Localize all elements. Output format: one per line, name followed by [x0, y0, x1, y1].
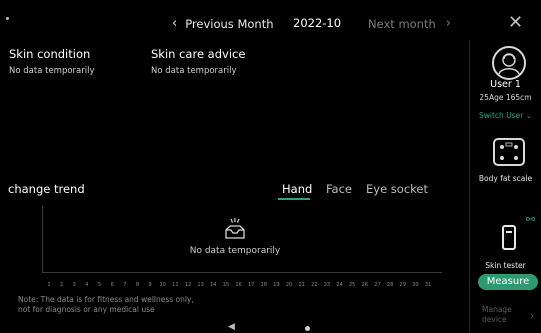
x-tick-label: 7	[123, 282, 127, 288]
next-month-label: Next month	[368, 16, 436, 31]
skin-care-advice-value: No data temporarily	[151, 66, 237, 76]
disclaimer-line-2: not for diagnosis or any medical use	[18, 305, 155, 314]
tab-hand[interactable]: Hand	[282, 182, 312, 196]
switch-user-button[interactable]: Switch User ⌄	[470, 111, 541, 120]
x-tick-label: 30	[412, 282, 419, 288]
x-tick-label: 9	[148, 282, 152, 288]
user-info: 25Age 165cm	[479, 93, 532, 102]
user-name: User 1	[490, 79, 521, 90]
x-tick-label: 8	[135, 282, 140, 288]
x-tick-label: 13	[197, 282, 204, 288]
current-month: 2022-10	[293, 16, 342, 30]
home-dot-icon[interactable]	[305, 326, 310, 331]
x-tick-label: 14	[210, 282, 217, 288]
status-dot	[6, 17, 9, 20]
manage-device-line-2: device	[482, 315, 507, 324]
measure-button[interactable]: Measure	[478, 274, 538, 290]
x-tick-label: 29	[399, 282, 406, 288]
link-icon: ⚯	[526, 213, 536, 226]
x-tick-label: 2	[60, 282, 64, 288]
x-tick-label: 28	[386, 282, 394, 288]
back-triangle-icon[interactable]: ◀	[228, 322, 235, 332]
previous-month-button[interactable]: ‹ Previous Month	[172, 16, 274, 31]
body-fat-scale-label: Body fat scale	[478, 174, 533, 183]
skin-condition-value: No data temporarily	[9, 66, 95, 76]
x-tick-label: 31	[424, 282, 432, 288]
x-tick-label: 10	[159, 282, 166, 288]
x-tick-label: 17	[247, 282, 255, 288]
skin-condition-title: Skin condition	[9, 47, 91, 61]
x-tick-label: 20	[285, 282, 293, 288]
previous-month-label: Previous Month	[185, 16, 274, 31]
x-tick-label: 23	[323, 282, 331, 288]
x-tick-label: 16	[235, 282, 242, 288]
x-tick-label: 25	[349, 282, 356, 288]
skin-tester-icon[interactable]	[502, 225, 516, 250]
skin-care-advice-title: Skin care advice	[151, 47, 246, 61]
skin-tester-label: Skin tester	[485, 261, 526, 270]
x-tick-label: 18	[260, 282, 267, 288]
x-tick-label: 12	[184, 282, 192, 288]
user-avatar-icon[interactable]	[492, 46, 526, 80]
x-tick-label: 26	[361, 282, 369, 288]
disclaimer-line-1: Note: The data is for fitness and wellne…	[18, 295, 194, 304]
tab-face[interactable]: Face	[326, 182, 352, 196]
chevron-left-icon: ‹	[172, 16, 178, 31]
scale-icon[interactable]	[493, 138, 525, 166]
x-tick-label: 22	[311, 282, 318, 288]
x-tick-label: 24	[336, 282, 343, 288]
disclaimer-note: Note: The data is for fitness and wellne…	[18, 295, 194, 315]
x-tick-label: 6	[110, 282, 114, 288]
manage-device-line-1: Manage	[482, 305, 512, 314]
empty-tray-icon	[225, 218, 245, 239]
chart-y-axis	[42, 206, 43, 272]
chevron-right-icon: ›	[445, 16, 451, 31]
x-tick-label: 21	[298, 282, 305, 288]
x-tick-label: 15	[222, 282, 230, 288]
close-icon[interactable]: ✕	[508, 14, 523, 32]
x-tick-label: 11	[172, 282, 179, 288]
tab-eye-socket[interactable]: Eye socket	[366, 182, 428, 196]
x-tick-label: 27	[374, 282, 381, 288]
x-tick-label: 4	[85, 282, 89, 288]
manage-device-button[interactable]: Manage device	[482, 305, 512, 325]
active-tab-indicator	[278, 198, 310, 200]
next-month-button[interactable]: Next month ›	[368, 16, 451, 31]
chart-x-axis	[42, 272, 442, 273]
chevron-down-icon: ⌄	[525, 111, 532, 120]
x-tick-label: 5	[97, 282, 102, 288]
change-trend-title: change trend	[8, 182, 85, 196]
chart-empty-text: No data temporarily	[189, 246, 281, 256]
x-tick-label: 3	[72, 282, 76, 288]
chevron-right-icon: ›	[530, 309, 535, 322]
x-tick-label: 1	[47, 282, 51, 288]
switch-user-label: Switch User	[479, 111, 524, 120]
x-tick-label: 19	[273, 282, 280, 288]
